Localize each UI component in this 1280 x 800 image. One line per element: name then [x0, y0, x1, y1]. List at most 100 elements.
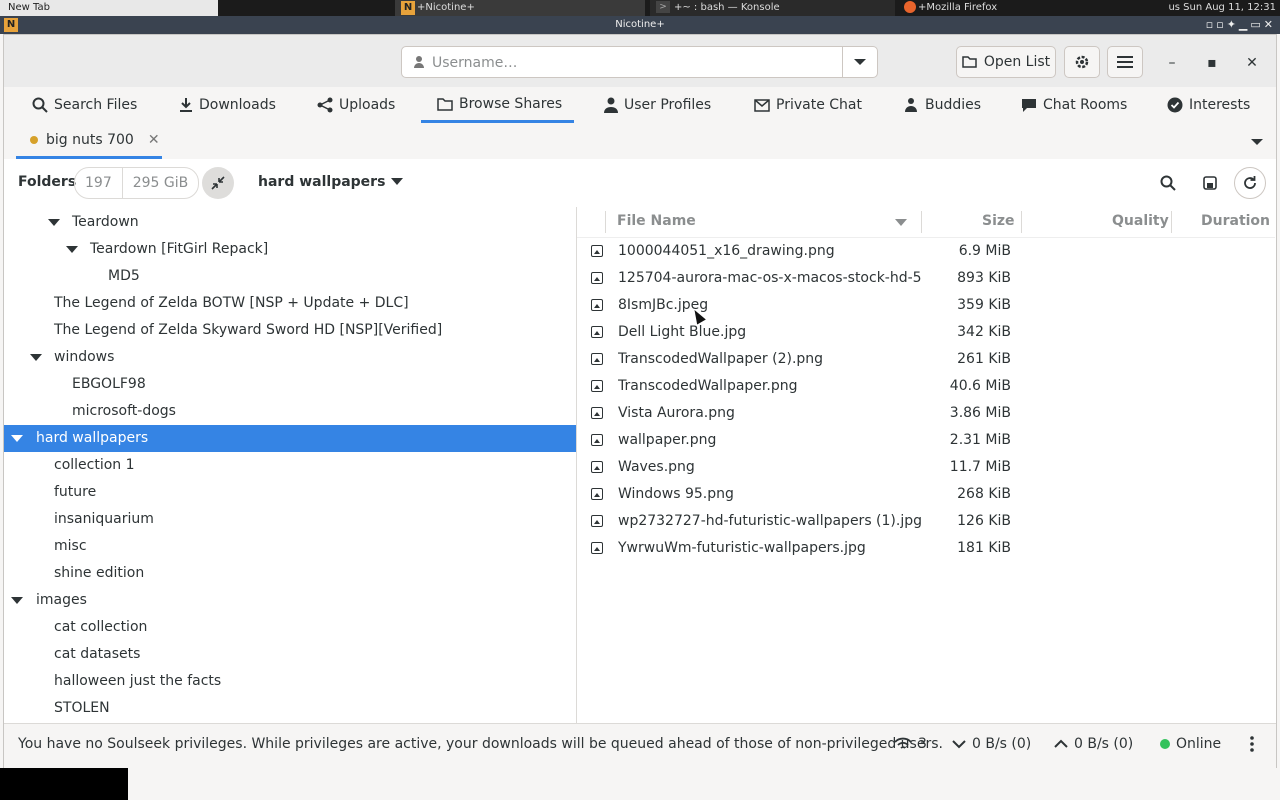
close-window-button[interactable]: ✕	[1242, 53, 1262, 73]
open-list-button[interactable]: Open List	[956, 46, 1056, 78]
download-speed-indicator[interactable]: 0 B/s (0)	[952, 736, 1031, 752]
file-name: Dell Light Blue.jpg	[618, 324, 747, 340]
current-folder-dropdown[interactable]: hard wallpapers	[258, 174, 404, 190]
expander-icon[interactable]	[66, 246, 78, 253]
tree-item[interactable]: images	[4, 587, 576, 614]
upload-speed-indicator[interactable]: 0 B/s (0)	[1054, 736, 1133, 752]
tab-buddies[interactable]: Buddies	[903, 87, 981, 123]
file-row[interactable]: YwrwuWm-futuristic-wallpapers.jpg 181 KiB	[577, 535, 1275, 562]
image-file-icon	[591, 326, 603, 338]
tab-private-chat[interactable]: Private Chat	[754, 87, 862, 123]
tree-item[interactable]: The Legend of Zelda BOTW [NSP + Update +…	[4, 290, 576, 317]
tree-item[interactable]: Teardown [FitGirl Repack]	[4, 236, 576, 263]
tab-browse-shares[interactable]: Browse Shares	[421, 87, 574, 123]
tree-item[interactable]: misc	[4, 533, 576, 560]
save-shares-button[interactable]	[1198, 171, 1222, 195]
search-files-button[interactable]	[1156, 171, 1180, 195]
current-folder-label: hard wallpapers	[258, 174, 386, 190]
file-row[interactable]: Vista Aurora.png 3.86 MiB	[577, 400, 1275, 427]
buddies-icon	[905, 98, 917, 112]
file-row[interactable]: 8IsmJBc.jpeg 359 KiB	[577, 292, 1275, 319]
maximize-button[interactable]: ▪	[1202, 53, 1222, 73]
main-tabs: Search Files Downloads Uploads Browse Sh…	[4, 87, 1276, 124]
column-separator[interactable]	[1171, 211, 1172, 233]
tree-item[interactable]: collection 1	[4, 452, 576, 479]
tab-downloads[interactable]: Downloads	[179, 87, 276, 123]
search-icon	[1160, 175, 1176, 191]
column-separator[interactable]	[921, 211, 922, 233]
expander-icon[interactable]	[30, 354, 42, 361]
tree-item[interactable]: STOLEN	[4, 695, 576, 722]
browser-tab-new-tab[interactable]: New Tab	[0, 0, 218, 16]
column-file-name[interactable]: File Name	[617, 213, 696, 229]
file-row[interactable]: TranscodedWallpaper.png 40.6 MiB	[577, 373, 1275, 400]
column-separator[interactable]	[605, 211, 606, 233]
tree-item-label: cat datasets	[54, 646, 141, 662]
tab-chat-rooms[interactable]: Chat Rooms	[1021, 87, 1127, 123]
online-status[interactable]: Online	[1160, 736, 1221, 752]
user-tab-big-nuts-700[interactable]: big nuts 700 ✕	[16, 123, 162, 159]
window-controls[interactable]: ▫▫✦▁▭✕	[1206, 16, 1276, 34]
tree-item[interactable]: halloween just the facts	[4, 668, 576, 695]
tab-interests-label: Interests	[1189, 97, 1251, 113]
tab-user-profiles[interactable]: User Profiles	[604, 87, 711, 123]
tree-item[interactable]: microsoft-dogs	[4, 398, 576, 425]
expander-icon[interactable]	[11, 435, 23, 442]
tab-uploads[interactable]: Uploads	[317, 87, 395, 123]
taskbar-task-konsole[interactable]: > +~ : bash — Konsole	[650, 0, 895, 16]
refresh-button[interactable]	[1234, 167, 1266, 199]
main-menu-button[interactable]	[1107, 46, 1143, 78]
tree-item[interactable]: cat collection	[4, 614, 576, 641]
tree-item[interactable]: cat datasets	[4, 641, 576, 668]
column-quality[interactable]: Quality	[1112, 213, 1169, 229]
share-icon	[317, 97, 333, 113]
expander-icon[interactable]	[48, 219, 60, 226]
more-options-button[interactable]	[1250, 736, 1254, 752]
tree-item-label: STOLEN	[54, 700, 110, 716]
file-row[interactable]: Windows 95.png 268 KiB	[577, 481, 1275, 508]
minimize-button[interactable]: –	[1162, 53, 1182, 73]
tree-item[interactable]: MD5	[4, 263, 576, 290]
settings-button[interactable]	[1064, 46, 1100, 78]
username-dropdown-button[interactable]	[842, 47, 877, 77]
tree-item-label: The Legend of Zelda BOTW [NSP + Update +…	[54, 295, 409, 311]
file-size: 261 KiB	[957, 351, 1011, 367]
tree-item-label: windows	[54, 349, 115, 365]
file-row[interactable]: wp2732727-hd-futuristic-wallpapers (1).j…	[577, 508, 1275, 535]
expander-icon[interactable]	[11, 597, 23, 604]
tab-search-files[interactable]: Search Files	[32, 87, 137, 123]
file-row[interactable]: Dell Light Blue.jpg 342 KiB	[577, 319, 1275, 346]
tree-item-selected[interactable]: hard wallpapers	[4, 425, 576, 452]
file-row[interactable]: 1000044051_x16_drawing.png 6.9 MiB	[577, 238, 1275, 265]
gear-icon	[1075, 55, 1089, 69]
tabs-menu-button[interactable]	[1250, 135, 1264, 151]
tree-item[interactable]: insaniquarium	[4, 506, 576, 533]
tree-item[interactable]: windows	[4, 344, 576, 371]
username-combo[interactable]	[401, 46, 878, 78]
close-tab-icon[interactable]: ✕	[148, 132, 160, 148]
username-input[interactable]	[430, 51, 844, 75]
tree-item[interactable]: The Legend of Zelda Skyward Sword HD [NS…	[4, 317, 576, 344]
file-row[interactable]: TranscodedWallpaper (2).png 261 KiB	[577, 346, 1275, 373]
file-row[interactable]: Waves.png 11.7 MiB	[577, 454, 1275, 481]
tab-user-profiles-label: User Profiles	[624, 97, 712, 113]
tree-item[interactable]: EBGOLF98	[4, 371, 576, 398]
collapse-all-button[interactable]	[202, 167, 234, 199]
taskbar-task-nicotine[interactable]: N +Nicotine+	[395, 0, 645, 16]
tree-item[interactable]: shine edition	[4, 560, 576, 587]
app-window: Open List – ▪ ✕ Search Files Downloads U…	[3, 34, 1277, 768]
column-duration[interactable]: Duration	[1201, 213, 1270, 229]
download-speed: 0 B/s (0)	[972, 736, 1032, 752]
connections-indicator[interactable]: 3	[894, 736, 927, 752]
download-icon	[180, 98, 192, 112]
column-separator[interactable]	[1021, 211, 1022, 233]
tree-item[interactable]: future	[4, 479, 576, 506]
user-tab-label: big nuts 700	[46, 131, 134, 148]
column-size[interactable]: Size	[982, 213, 1015, 229]
file-row[interactable]: 125704-aurora-mac-os-x-macos-stock-hd-5k…	[577, 265, 1275, 292]
file-row[interactable]: wallpaper.png 2.31 MiB	[577, 427, 1275, 454]
file-size: 893 KiB	[957, 270, 1011, 286]
tree-item[interactable]: Teardown	[4, 209, 576, 236]
taskbar-task-firefox[interactable]: +Mozilla Firefox	[900, 0, 1140, 16]
tab-interests[interactable]: Interests	[1167, 87, 1250, 123]
